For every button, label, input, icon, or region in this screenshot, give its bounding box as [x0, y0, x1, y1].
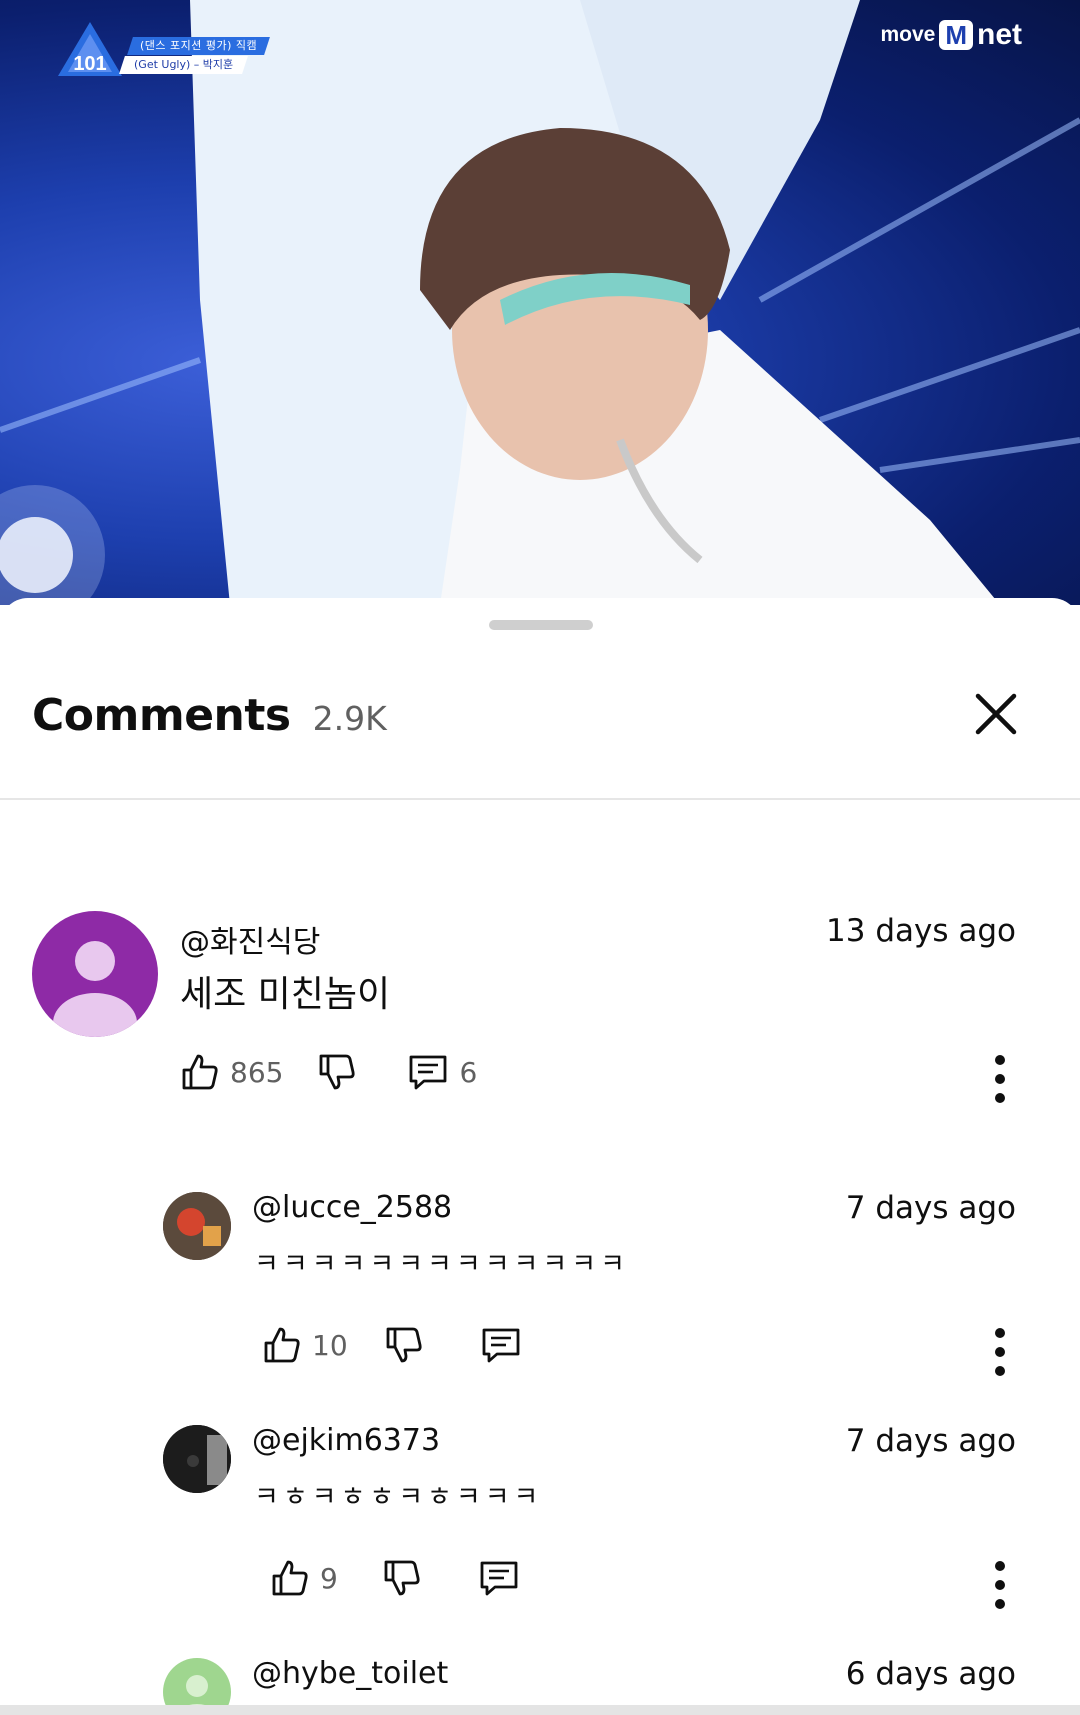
comment-reply-icon	[482, 1328, 520, 1363]
video-caption-sub: (Get Ugly) – 박지훈	[119, 56, 249, 74]
like-count: 10	[312, 1328, 348, 1362]
comment-reply-icon	[480, 1561, 518, 1596]
comment-author[interactable]: @hybe_toilet	[252, 1656, 448, 1691]
more-options-icon[interactable]	[984, 1561, 1016, 1609]
bottom-edge	[0, 1705, 1080, 1715]
svg-text:101: 101	[73, 53, 106, 75]
comment-timestamp: 7 days ago	[845, 1423, 1016, 1459]
like-button[interactable]: 9	[270, 1558, 338, 1598]
dislike-button[interactable]	[317, 1052, 357, 1092]
header-divider	[0, 798, 1080, 800]
comment-text: ㅋㅋㅋㅋㅋㅋㅋㅋㅋㅋㅋㅋㅋ	[254, 1249, 629, 1280]
video-frame	[0, 0, 1080, 605]
avatar[interactable]	[163, 1425, 231, 1493]
like-button[interactable]: 10	[262, 1325, 348, 1365]
reply-count: 6	[459, 1055, 478, 1089]
produce-101-logo: 101	[58, 22, 122, 76]
mnet-logo: move M net	[880, 18, 1022, 51]
comment-text: ㅋㅎㅋㅎㅎㅋㅎㅋㅋㅋ	[254, 1482, 543, 1513]
close-icon[interactable]	[972, 690, 1020, 738]
comment-author[interactable]: @화진식당	[180, 917, 320, 961]
comment-timestamp: 6 days ago	[845, 1656, 1016, 1692]
comment-actions: 865 6	[180, 1052, 477, 1092]
dislike-button[interactable]	[382, 1558, 422, 1598]
thumbs-up-icon	[272, 1560, 308, 1596]
reply-button[interactable]: 6	[407, 1052, 477, 1092]
user-photo-icon	[163, 1192, 231, 1260]
avatar[interactable]	[163, 1192, 231, 1260]
like-count: 9	[320, 1561, 338, 1595]
comment-timestamp: 7 days ago	[845, 1190, 1016, 1226]
comment-actions: 9	[270, 1558, 520, 1598]
dislike-button[interactable]	[384, 1325, 424, 1365]
video-player[interactable]: 101 (댄스 포지션 평가) 직캠 (Get Ugly) – 박지훈 move…	[0, 0, 1080, 605]
more-options-icon[interactable]	[984, 1055, 1016, 1103]
thumbs-down-icon	[386, 1327, 422, 1363]
comment-reply-icon	[410, 1055, 447, 1090]
comments-count: 2.9K	[312, 699, 387, 738]
comment-actions: 10	[262, 1325, 522, 1365]
like-count: 865	[230, 1055, 284, 1089]
reply-button[interactable]	[478, 1558, 520, 1598]
thumbs-up-icon	[264, 1327, 300, 1363]
like-button[interactable]: 865	[180, 1052, 283, 1092]
comment-text: 세조 미친놈이	[180, 974, 391, 1015]
comments-header: Comments 2.9K	[32, 690, 387, 741]
comment-author[interactable]: @ejkim6373	[252, 1423, 440, 1458]
default-avatar-icon	[53, 941, 137, 1037]
comment-author[interactable]: @lucce_2588	[252, 1190, 452, 1225]
reply-button[interactable]	[480, 1325, 522, 1365]
thumbs-down-icon	[320, 1054, 356, 1090]
video-caption-tag: (댄스 포지션 평가) 직캠	[127, 37, 271, 55]
thumbs-down-icon	[384, 1560, 420, 1596]
comments-sheet: Comments 2.9K	[0, 598, 1080, 1715]
drag-handle[interactable]	[489, 620, 593, 630]
more-options-icon[interactable]	[984, 1328, 1016, 1376]
user-photo-icon	[163, 1425, 231, 1493]
comment-timestamp: 13 days ago	[826, 913, 1016, 949]
avatar[interactable]	[32, 911, 158, 1037]
thumbs-up-icon	[182, 1054, 218, 1090]
comments-title: Comments	[32, 690, 291, 741]
